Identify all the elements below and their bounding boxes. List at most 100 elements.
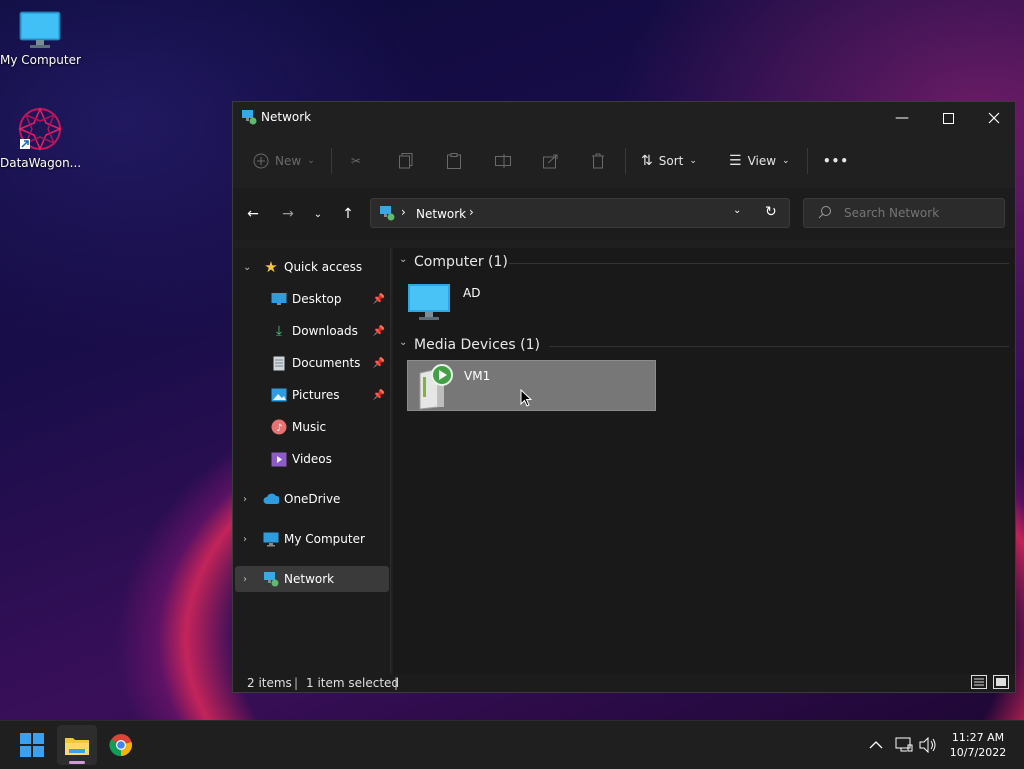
- paste-button[interactable]: [447, 148, 461, 174]
- start-button[interactable]: [12, 725, 52, 765]
- sidebar-item-label: Music: [292, 420, 327, 434]
- pin-icon[interactable]: 📌: [373, 326, 385, 337]
- monitor-icon: [19, 11, 61, 48]
- monitor-icon: [408, 284, 450, 320]
- group-title: Computer (1): [414, 254, 508, 270]
- details-view-button[interactable]: [971, 675, 987, 692]
- volume-button[interactable]: [916, 721, 940, 769]
- sidebar-item-quick-access[interactable]: ⌄ ★ Quick access: [235, 254, 389, 280]
- taskbar: 11:27 AM 10/7/2022: [0, 720, 1024, 769]
- folder-icon: [65, 738, 89, 755]
- cloud-icon: [263, 491, 279, 507]
- group-header-computer[interactable]: ⌄ Computer (1): [399, 252, 1009, 272]
- breadcrumb-chevron-icon[interactable]: ›: [469, 205, 474, 219]
- group-divider: [549, 346, 1009, 347]
- chevron-down-icon: ⌄: [399, 337, 408, 348]
- pin-icon[interactable]: 📌: [373, 358, 385, 369]
- chevron-right-icon[interactable]: ›: [243, 574, 247, 585]
- rename-icon: [495, 154, 511, 168]
- large-icons-view-button[interactable]: [993, 675, 1009, 692]
- music-icon: ♪: [271, 419, 287, 435]
- search-icon: [818, 205, 832, 222]
- copy-icon: [399, 153, 413, 169]
- item-name: AD: [463, 286, 481, 300]
- sidebar-item-onedrive[interactable]: › OneDrive: [235, 486, 389, 512]
- recent-locations-button[interactable]: ⌄: [306, 204, 330, 224]
- show-hidden-icons-button[interactable]: [864, 721, 888, 769]
- desktop-icon-my-computer[interactable]: My Computer: [0, 10, 81, 67]
- refresh-icon[interactable]: ↻: [765, 204, 777, 220]
- up-button[interactable]: ↑: [336, 204, 360, 224]
- selection-count: 1 item selected: [306, 676, 400, 690]
- mouse-cursor-icon: [520, 389, 532, 407]
- delete-button[interactable]: [591, 148, 605, 174]
- forward-button[interactable]: →: [276, 204, 300, 224]
- sidebar-item-documents[interactable]: Documents 📌: [235, 350, 389, 376]
- network-status-button[interactable]: [892, 721, 916, 769]
- address-history-dropdown[interactable]: ⌄: [733, 205, 741, 216]
- search-box[interactable]: [803, 198, 1005, 228]
- chevron-down-icon: ⌄: [313, 208, 323, 220]
- rename-button[interactable]: [495, 148, 511, 174]
- sidebar-item-downloads[interactable]: ⤓ Downloads 📌: [235, 318, 389, 344]
- network-icon: [241, 109, 257, 128]
- videos-icon: [271, 451, 287, 467]
- pane-divider[interactable]: [390, 248, 391, 674]
- view-button[interactable]: ☰ View ⌄: [729, 148, 790, 174]
- chevron-right-icon[interactable]: ›: [243, 494, 247, 505]
- sidebar-item-music[interactable]: ♪ Music: [235, 414, 389, 440]
- pin-icon[interactable]: 📌: [373, 294, 385, 305]
- clock-date: 10/7/2022: [949, 746, 1007, 759]
- datawagon-logo-icon: [18, 107, 62, 151]
- media-device-item-vm1[interactable]: VM1: [407, 360, 656, 411]
- arrow-left-icon: ←: [247, 206, 259, 222]
- status-divider: |: [394, 676, 399, 690]
- more-options-button[interactable]: •••: [823, 148, 849, 174]
- ethernet-icon: [895, 737, 913, 752]
- close-button[interactable]: [971, 102, 1017, 134]
- cut-button[interactable]: ✂: [351, 148, 361, 174]
- sidebar-item-label: Network: [284, 572, 335, 586]
- sidebar-item-desktop[interactable]: Desktop 📌: [235, 286, 389, 312]
- breadcrumb-network[interactable]: Network: [416, 207, 466, 221]
- title-bar[interactable]: Network —: [233, 102, 1015, 134]
- copy-button[interactable]: [399, 148, 413, 174]
- pin-icon[interactable]: 📌: [373, 390, 385, 401]
- view-icon: ☰: [729, 153, 742, 169]
- document-icon: [271, 355, 287, 371]
- details-view-icon: [971, 675, 987, 689]
- media-server-icon: [419, 364, 453, 410]
- share-icon: [543, 154, 558, 169]
- new-button[interactable]: New ⌄: [253, 148, 315, 174]
- clock[interactable]: 11:27 AM 10/7/2022: [944, 721, 1012, 769]
- desktop-icon-datawagon[interactable]: DataWagon...: [0, 105, 81, 170]
- window-title: Network: [261, 110, 312, 124]
- maximize-button[interactable]: [925, 102, 971, 134]
- sidebar-item-network[interactable]: › Network: [235, 566, 389, 592]
- taskbar-file-explorer[interactable]: [57, 725, 97, 765]
- back-button[interactable]: ←: [241, 204, 265, 224]
- toolbar-divider: [807, 148, 808, 174]
- sidebar-item-my-computer[interactable]: › My Computer: [235, 526, 389, 552]
- sidebar-item-label: Desktop: [292, 292, 342, 306]
- file-list: ⌄ Computer (1) AD ⌄ Media Devices (1) VM…: [393, 248, 1015, 674]
- chevron-right-icon[interactable]: ›: [243, 534, 247, 545]
- command-bar: New ⌄ ✂ ⇅ Sort ⌄ ☰ View ⌄ •••: [233, 134, 1015, 189]
- sidebar-item-videos[interactable]: Videos: [235, 446, 389, 472]
- address-bar[interactable]: › Network › ⌄ ↻: [370, 198, 790, 228]
- chevron-down-icon[interactable]: ⌄: [243, 262, 251, 273]
- search-input[interactable]: [842, 205, 996, 221]
- chevron-down-icon: ⌄: [689, 156, 697, 166]
- computer-item-ad[interactable]: AD: [407, 278, 655, 324]
- minimize-button[interactable]: —: [879, 102, 925, 134]
- share-button[interactable]: [543, 148, 559, 174]
- minimize-icon: —: [895, 110, 909, 126]
- arrow-right-icon: →: [282, 206, 294, 222]
- sort-label: Sort: [658, 154, 684, 168]
- sidebar-item-pictures[interactable]: Pictures 📌: [235, 382, 389, 408]
- group-header-media-devices[interactable]: ⌄ Media Devices (1): [399, 335, 1009, 355]
- taskbar-chrome[interactable]: [101, 725, 141, 765]
- scissors-icon: ✂: [351, 154, 362, 168]
- sort-button[interactable]: ⇅ Sort ⌄: [641, 148, 697, 174]
- sidebar-item-label: Quick access: [284, 260, 363, 274]
